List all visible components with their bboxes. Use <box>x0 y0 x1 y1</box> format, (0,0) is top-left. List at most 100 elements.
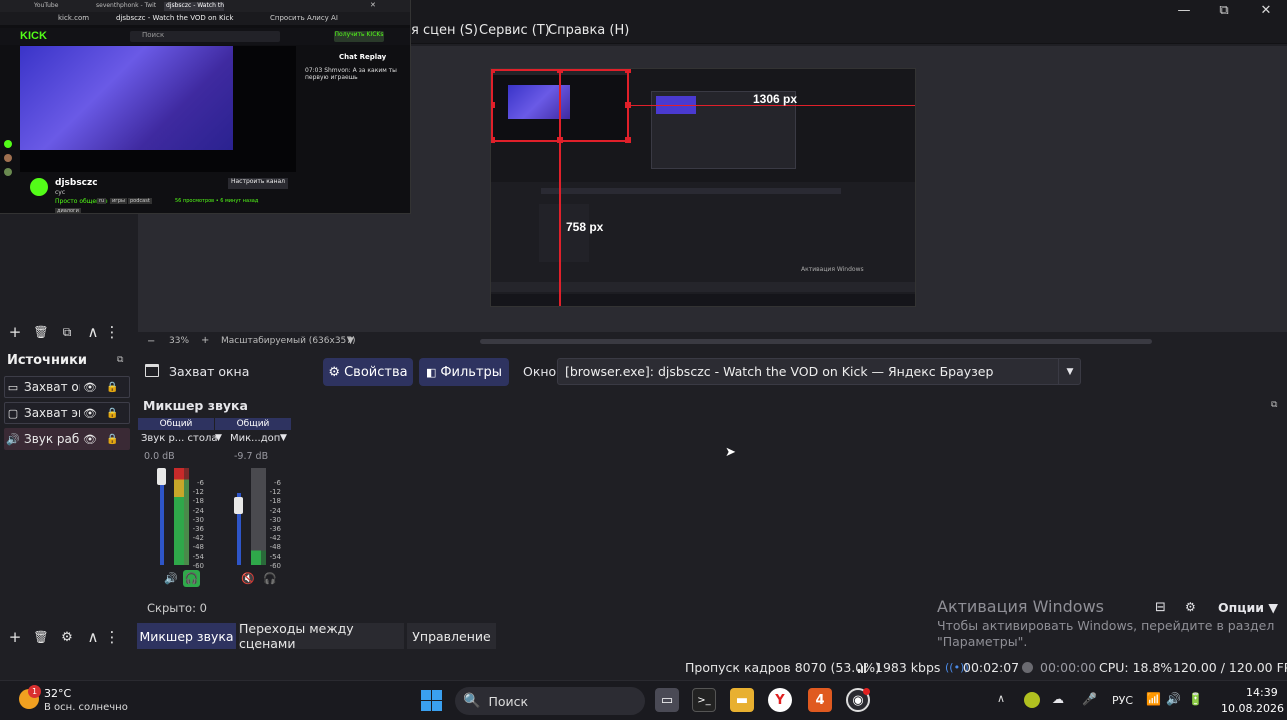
stream-tag[interactable]: podcast <box>128 198 152 204</box>
tab-scene-transitions[interactable]: Переходы между сценами <box>239 621 404 651</box>
cloud-icon[interactable]: ☁ <box>1052 692 1064 706</box>
channel-avatar[interactable] <box>4 168 12 176</box>
kick-logo[interactable]: KICK <box>20 30 47 42</box>
resize-handle[interactable] <box>625 69 631 73</box>
resize-handle[interactable] <box>625 102 631 108</box>
menu-scene-collection[interactable]: я сцен (S) <box>411 23 478 38</box>
streamer-avatar[interactable] <box>30 178 48 196</box>
kick-video-frame[interactable] <box>20 46 233 150</box>
source-item-display-capture[interactable]: ▢ Захват эк 👁 🔒 <box>4 402 130 424</box>
file-explorer-icon[interactable]: ▬ <box>730 688 754 712</box>
weather-badge: 1 <box>28 685 41 698</box>
visibility-eye-icon[interactable]: 👁 <box>83 433 97 446</box>
minimize-button[interactable]: — <box>1164 0 1204 20</box>
dropped-frames: Пропуск кадров 8070 (53.0%) <box>685 660 880 675</box>
remove-scene-button[interactable]: 🗑 <box>28 321 54 343</box>
streamer-name[interactable]: djsbsczc <box>55 178 98 188</box>
source-item-window-capture[interactable]: ▭ Захват ок 👁 🔒 <box>4 376 130 398</box>
stream-tag[interactable]: диалоги <box>55 208 81 213</box>
remove-source-button[interactable]: 🗑 <box>28 626 54 648</box>
stream-tag[interactable]: ru <box>97 198 107 204</box>
microphone-icon[interactable]: 🎤 <box>1082 692 1097 706</box>
scale-dropdown-icon[interactable]: ▼ <box>347 336 354 346</box>
browser-window[interactable]: YouTube seventhphonk - Twitch djsbsczc -… <box>0 0 411 214</box>
scene-filters-button[interactable]: ⧉ <box>54 321 80 343</box>
mixer-settings-icon[interactable]: ⚙ <box>1185 600 1196 614</box>
preview-canvas[interactable]: Активация Windows 1306 px 758 px <box>490 68 916 307</box>
menu-service[interactable]: Сервис (T) <box>479 23 550 38</box>
browser-tab[interactable]: seventhphonk - Twitch <box>96 2 156 11</box>
resize-handle[interactable] <box>557 137 563 143</box>
channel-avatar[interactable] <box>4 140 12 148</box>
muted-speaker-icon[interactable]: 🔇 <box>241 572 255 585</box>
browser-close-icon[interactable]: ✕ <box>370 1 376 9</box>
resize-handle[interactable] <box>491 102 495 108</box>
properties-button[interactable]: ⚙ Свойства <box>323 358 413 386</box>
kick-search-input[interactable]: Поиск <box>130 31 280 42</box>
resize-handle[interactable] <box>557 69 563 73</box>
resize-handle[interactable] <box>491 69 495 73</box>
zoom-in-button[interactable]: + <box>201 335 209 346</box>
mixer-undock-icon[interactable]: ⧉ <box>1271 400 1277 410</box>
wifi-icon[interactable]: 📶 <box>1146 692 1161 706</box>
volume-slider-handle[interactable] <box>157 468 166 485</box>
add-scene-button[interactable]: + <box>2 321 28 343</box>
move-scene-up-button[interactable]: ∧ <box>80 321 106 343</box>
source-more-button[interactable]: ⋮ <box>105 626 120 648</box>
chevron-down-icon[interactable]: ▼ <box>1058 358 1081 385</box>
mixer-layout-icon[interactable]: ⊟ <box>1155 600 1166 615</box>
stream-tag[interactable]: игры <box>110 198 127 204</box>
visibility-eye-icon[interactable]: 👁 <box>83 407 97 420</box>
clock-date[interactable]: 10.08.2026 <box>1221 702 1284 715</box>
move-source-up-button[interactable]: ∧ <box>80 626 106 648</box>
task-view-icon[interactable]: ▭ <box>655 688 679 712</box>
terminal-icon[interactable]: >_ <box>692 688 716 712</box>
browser-tab[interactable]: YouTube <box>34 2 74 11</box>
browser-tab-active[interactable]: djsbsczc - Watch the VOD on Kick <box>164 2 224 11</box>
strip-menu-icon[interactable]: ▼ <box>280 433 287 443</box>
menu-help[interactable]: Справка (H) <box>548 23 629 38</box>
speaker-icon[interactable]: 🔊 <box>164 572 178 585</box>
lock-icon[interactable]: 🔒 <box>106 434 118 445</box>
maximize-button[interactable]: ⧉ <box>1204 0 1244 20</box>
browser-ai-tab[interactable]: Спросить Алису AI <box>270 14 338 22</box>
close-button[interactable]: ✕ <box>1246 0 1286 20</box>
language-indicator[interactable]: РУС <box>1112 694 1133 707</box>
headphones-icon[interactable]: 🎧 <box>183 570 200 587</box>
chevron-up-icon[interactable]: ∧ <box>997 692 1005 705</box>
lock-icon[interactable]: 🔒 <box>106 408 118 419</box>
app-icon[interactable]: 4 <box>808 688 832 712</box>
yandex-browser-icon[interactable]: Y <box>768 688 792 712</box>
volume-slider-handle[interactable] <box>234 497 243 514</box>
zoom-out-button[interactable]: − <box>147 336 155 347</box>
volume-icon[interactable]: 🔊 <box>1166 692 1181 706</box>
source-settings-button[interactable]: ⚙ <box>54 626 80 648</box>
headphones-icon[interactable]: 🎧 <box>263 572 277 585</box>
clock-time[interactable]: 14:39 <box>1246 686 1278 699</box>
weather-desc[interactable]: В осн. солнечно <box>44 702 128 713</box>
channel-avatar[interactable] <box>4 154 12 162</box>
visibility-eye-icon[interactable]: 👁 <box>83 381 97 394</box>
scene-more-button[interactable]: ⋮ <box>105 321 120 343</box>
channel-settings-button[interactable]: Настроить канал <box>228 178 288 189</box>
tray-app-icon[interactable] <box>1024 692 1040 708</box>
filters-button[interactable]: ◧ Фильтры <box>419 358 509 386</box>
weather-temp[interactable]: 32°C <box>44 687 71 700</box>
scale-mode[interactable]: Масштабируемый (636x357) <box>221 336 356 346</box>
resize-handle[interactable] <box>625 137 631 143</box>
battery-icon[interactable]: 🔋 <box>1188 692 1203 706</box>
tab-controls[interactable]: Управление <box>407 623 496 649</box>
taskbar-search[interactable]: 🔍 Поиск <box>455 687 645 715</box>
tab-audio-mixer[interactable]: Микшер звука <box>137 623 236 649</box>
sources-undock-icon[interactable]: ⧉ <box>117 355 123 365</box>
browser-url[interactable]: kick.com <box>58 14 89 22</box>
source-item-audio-output[interactable]: 🔊 Звук раб. 👁 🔒 <box>4 428 130 450</box>
add-source-button[interactable]: + <box>2 626 28 648</box>
window-select[interactable]: [browser.exe]: djsbsczc - Watch the VOD … <box>557 358 1081 385</box>
preview-scrollbar[interactable] <box>480 339 1152 344</box>
windows-start-icon[interactable] <box>421 690 442 711</box>
mixer-options-button[interactable]: Опции ▼ <box>1218 600 1278 615</box>
resize-handle[interactable] <box>491 137 495 143</box>
lock-icon[interactable]: 🔒 <box>106 382 118 393</box>
get-kicks-button[interactable]: Получить KICKs <box>334 31 384 42</box>
